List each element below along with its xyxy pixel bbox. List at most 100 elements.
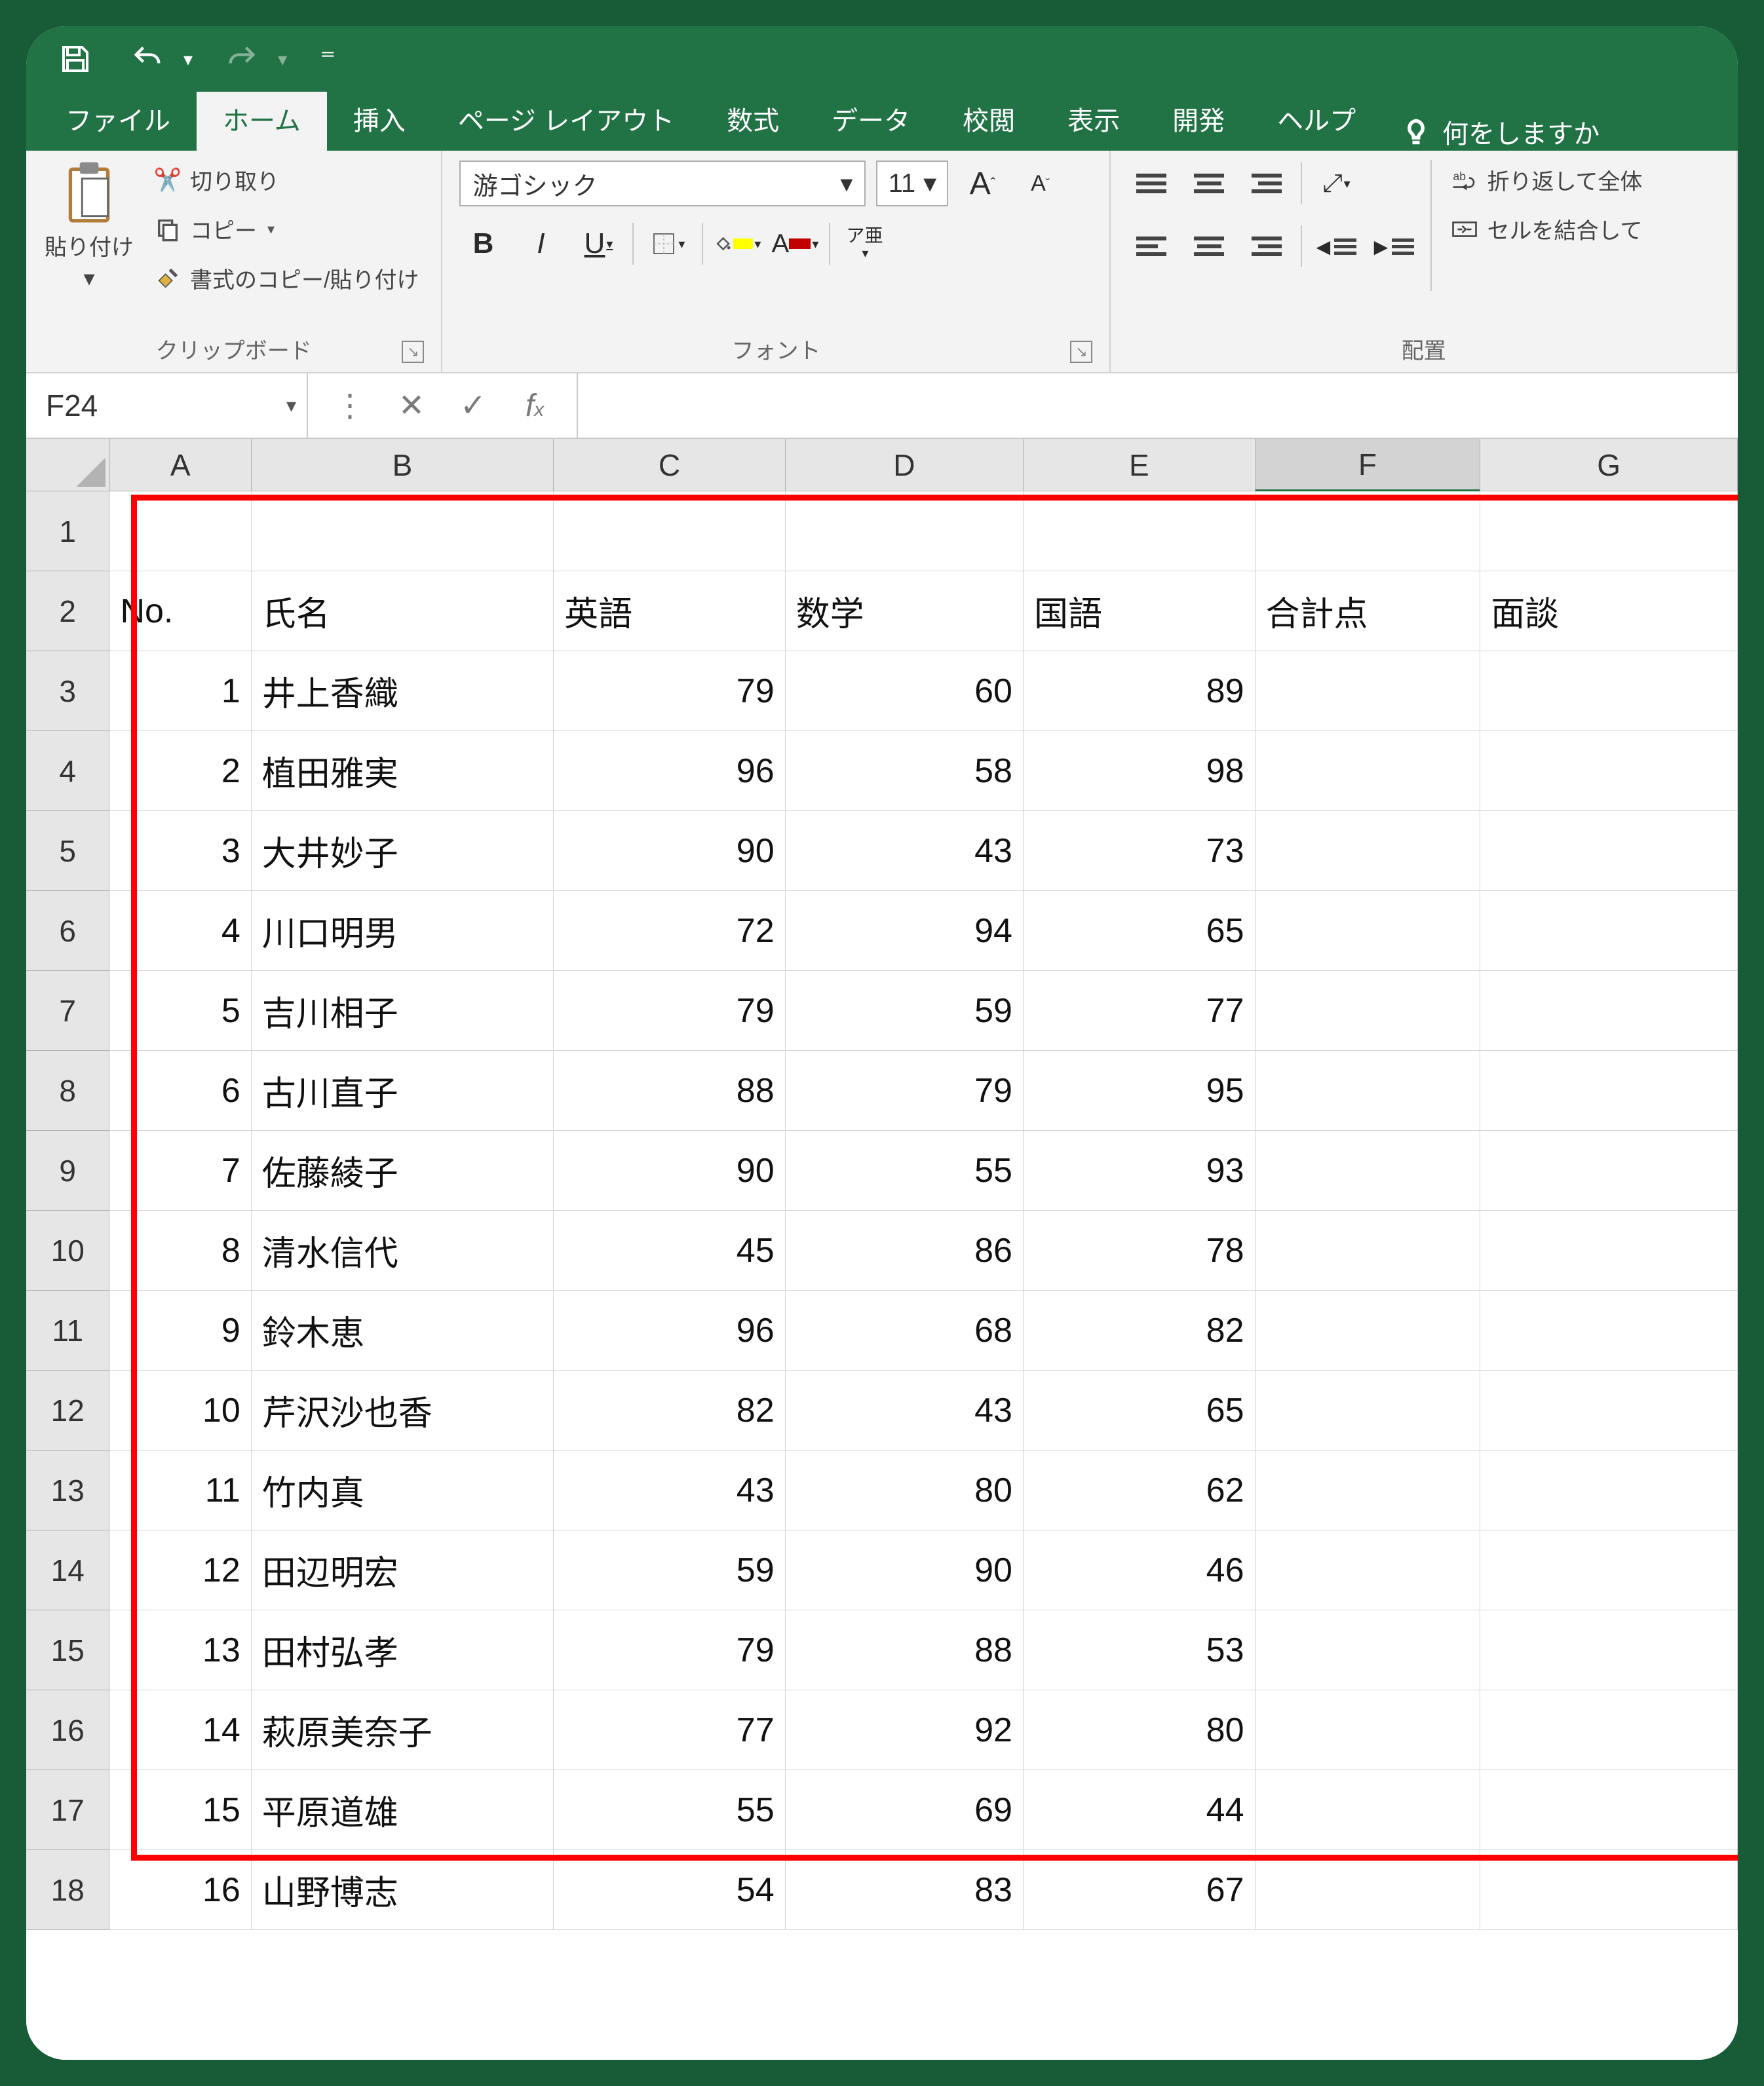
cell-E3[interactable]: 89 [1024, 651, 1256, 731]
cell-C8[interactable]: 88 [554, 1051, 786, 1131]
cell-D13[interactable]: 80 [786, 1451, 1024, 1530]
tab-file[interactable]: ファイル [39, 92, 197, 151]
row-header-8[interactable]: 8 [26, 1051, 109, 1131]
redo-icon[interactable] [219, 36, 265, 82]
row-header-3[interactable]: 3 [26, 651, 109, 731]
cell-D7[interactable]: 59 [786, 971, 1024, 1051]
name-box[interactable]: F24 ▾ [26, 373, 308, 438]
cell-F11[interactable] [1256, 1291, 1481, 1371]
cell-B6[interactable]: 川口明男 [252, 891, 554, 971]
copy-dropdown-icon[interactable]: ▾ [267, 221, 275, 238]
cell-F5[interactable] [1256, 811, 1481, 891]
cell-B10[interactable]: 清水信代 [252, 1211, 554, 1291]
italic-button[interactable]: I [517, 220, 564, 267]
col-header-C[interactable]: C [554, 439, 786, 491]
col-header-D[interactable]: D [786, 439, 1024, 491]
cell-A9[interactable]: 7 [109, 1131, 251, 1211]
cell-D6[interactable]: 94 [786, 891, 1024, 971]
cell-F10[interactable] [1256, 1211, 1481, 1291]
font-dialog-launcher[interactable]: ↘ [1070, 341, 1092, 363]
borders-button[interactable]: ▾ [644, 220, 691, 267]
redo-dropdown-icon[interactable]: ▾ [278, 48, 287, 70]
cell-A3[interactable]: 1 [109, 651, 251, 731]
row-header-16[interactable]: 16 [26, 1690, 109, 1770]
cell-C14[interactable]: 59 [554, 1530, 786, 1610]
cell-A14[interactable]: 12 [109, 1530, 251, 1610]
cell-B7[interactable]: 吉川相子 [252, 971, 554, 1051]
cell-B11[interactable]: 鈴木恵 [252, 1291, 554, 1371]
cell-G7[interactable] [1480, 971, 1738, 1051]
cell-F8[interactable] [1256, 1051, 1481, 1131]
cell-E6[interactable]: 65 [1024, 891, 1256, 971]
cell-B17[interactable]: 平原道雄 [252, 1770, 554, 1850]
cell-F17[interactable] [1256, 1770, 1481, 1850]
name-box-dropdown-icon[interactable]: ▾ [286, 394, 296, 417]
cell-D8[interactable]: 79 [786, 1051, 1024, 1131]
cell-D16[interactable]: 92 [786, 1690, 1024, 1770]
align-middle-button[interactable] [1185, 160, 1233, 207]
cell-C6[interactable]: 72 [554, 891, 786, 971]
worksheet[interactable]: A B C D E F G 12No.氏名英語数学国語合計点面談31井上香織79… [26, 439, 1738, 2060]
cell-A18[interactable]: 16 [109, 1850, 251, 1930]
cell-B15[interactable]: 田村弘孝 [252, 1610, 554, 1690]
tab-developer[interactable]: 開発 [1146, 92, 1251, 151]
align-right-button[interactable] [1243, 223, 1290, 270]
cell-D4[interactable]: 58 [786, 731, 1024, 811]
cell-B13[interactable]: 竹内真 [252, 1451, 554, 1530]
row-header-7[interactable]: 7 [26, 971, 109, 1051]
cell-A2[interactable]: No. [109, 571, 251, 651]
font-size-dropdown-icon[interactable]: ▾ [923, 168, 936, 199]
cell-E4[interactable]: 98 [1024, 731, 1256, 811]
cell-G13[interactable] [1480, 1451, 1738, 1530]
cell-E9[interactable]: 93 [1024, 1131, 1256, 1211]
cell-G14[interactable] [1480, 1530, 1738, 1610]
cell-C4[interactable]: 96 [554, 731, 786, 811]
save-icon[interactable] [52, 36, 98, 82]
cell-G6[interactable] [1480, 891, 1738, 971]
align-center-button[interactable] [1185, 223, 1233, 270]
row-header-14[interactable]: 14 [26, 1530, 109, 1610]
cell-B18[interactable]: 山野博志 [252, 1850, 554, 1930]
cell-A15[interactable]: 13 [109, 1610, 251, 1690]
font-name-dropdown-icon[interactable]: ▾ [840, 169, 853, 199]
insert-function-button[interactable]: fx [515, 388, 554, 424]
cell-B5[interactable]: 大井妙子 [252, 811, 554, 891]
decrease-indent-button[interactable]: ◀ [1313, 223, 1360, 270]
cell-F3[interactable] [1256, 651, 1481, 731]
cell-B16[interactable]: 萩原美奈子 [252, 1690, 554, 1770]
row-header-18[interactable]: 18 [26, 1850, 109, 1930]
cell-B9[interactable]: 佐藤綾子 [252, 1131, 554, 1211]
align-left-button[interactable] [1128, 223, 1175, 270]
cell-C9[interactable]: 90 [554, 1131, 786, 1211]
cell-G12[interactable] [1480, 1371, 1738, 1451]
tab-view[interactable]: 表示 [1041, 92, 1146, 151]
cell-A12[interactable]: 10 [109, 1371, 251, 1451]
tab-home[interactable]: ホーム [197, 92, 327, 151]
row-header-5[interactable]: 5 [26, 811, 109, 891]
qat-customize-icon[interactable]: ⁼ [320, 41, 336, 77]
col-header-E[interactable]: E [1024, 439, 1256, 491]
underline-button[interactable]: U▾ [575, 220, 622, 267]
row-header-15[interactable]: 15 [26, 1610, 109, 1690]
cell-G18[interactable] [1480, 1850, 1738, 1930]
cell-F7[interactable] [1256, 971, 1481, 1051]
cell-G3[interactable] [1480, 651, 1738, 731]
cell-C7[interactable]: 79 [554, 971, 786, 1051]
clipboard-dialog-launcher[interactable]: ↘ [402, 341, 424, 363]
cell-B2[interactable]: 氏名 [252, 571, 554, 651]
cell-F9[interactable] [1256, 1131, 1481, 1211]
increase-font-button[interactable]: Aˆ [959, 160, 1006, 207]
cell-C1[interactable] [554, 491, 786, 571]
cell-D11[interactable]: 68 [786, 1291, 1024, 1371]
undo-dropdown-icon[interactable]: ▾ [183, 48, 193, 70]
align-top-button[interactable] [1128, 160, 1175, 207]
cell-F16[interactable] [1256, 1690, 1481, 1770]
format-painter-button[interactable]: 書式のコピー/貼り付け [148, 258, 424, 298]
phonetic-button[interactable]: ア亜▾ [841, 220, 888, 267]
cell-G1[interactable] [1480, 491, 1738, 571]
cell-C2[interactable]: 英語 [554, 571, 786, 651]
cell-B3[interactable]: 井上香織 [252, 651, 554, 731]
cell-G9[interactable] [1480, 1131, 1738, 1211]
cell-C18[interactable]: 54 [554, 1850, 786, 1930]
decrease-font-button[interactable]: Aˇ [1016, 160, 1064, 207]
